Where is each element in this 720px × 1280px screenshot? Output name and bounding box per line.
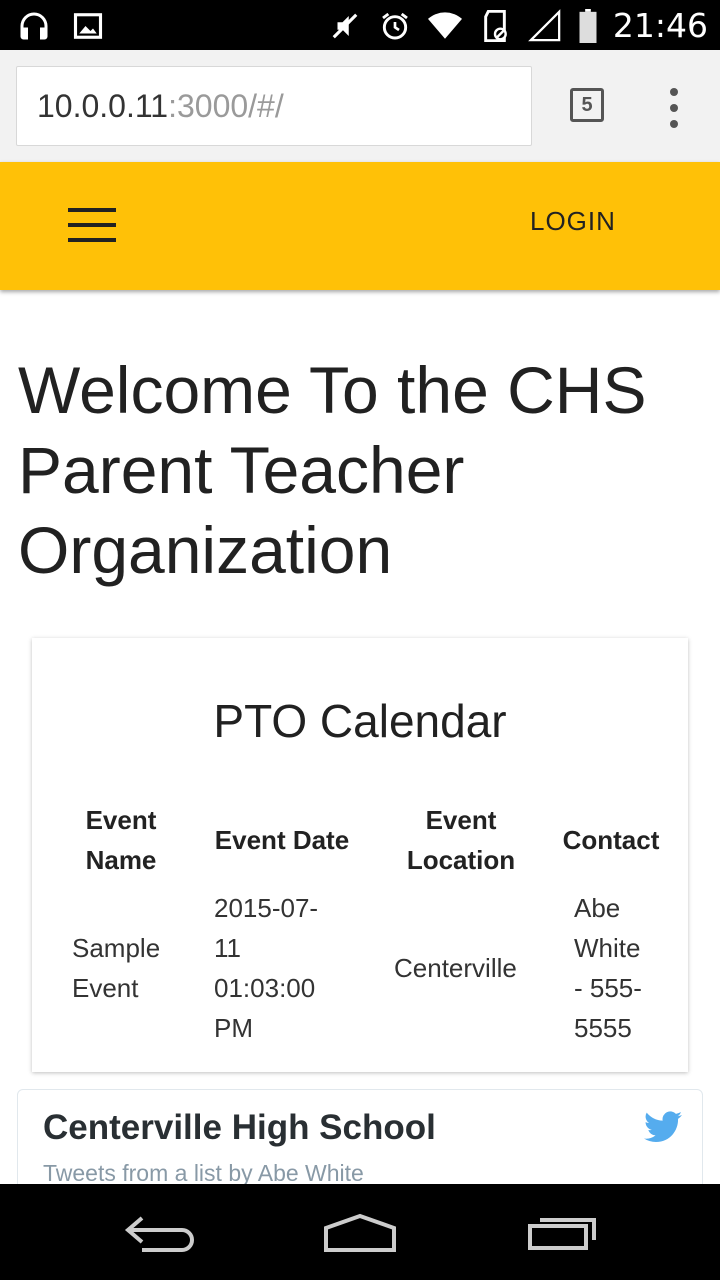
clock: 21:46: [612, 6, 708, 45]
signal-icon: [527, 8, 563, 44]
browser-toolbar: 10.0.0.11:3000/#/ 5: [0, 50, 720, 162]
hamburger-menu-icon[interactable]: [68, 208, 116, 242]
pto-calendar-card: PTO Calendar Event Name Event Date Event…: [32, 638, 688, 1072]
cell-contact: Abe White - 555-5555: [574, 893, 642, 1043]
url-host: 10.0.0.11: [37, 87, 169, 124]
url-path: :3000/#/: [168, 87, 284, 124]
battery-icon: [577, 8, 599, 44]
twitter-timeline-subtitle: Tweets from a list by Abe White: [43, 1160, 364, 1186]
alarm-icon: [377, 8, 413, 44]
status-bar: 21:46: [0, 0, 720, 50]
wifi-icon: [427, 8, 463, 44]
url-bar[interactable]: 10.0.0.11:3000/#/: [16, 66, 532, 146]
column-header-event-name: Event Name: [85, 805, 157, 875]
login-button[interactable]: LOGIN: [530, 206, 616, 237]
system-nav-bar: [0, 1184, 720, 1280]
calendar-title: PTO Calendar: [213, 695, 507, 747]
mute-icon: [327, 8, 363, 44]
sd-card-icon: [477, 8, 513, 44]
recent-apps-icon[interactable]: [522, 1208, 602, 1256]
image-icon: [70, 8, 106, 44]
twitter-timeline-card[interactable]: Centerville High School Tweets from a li…: [17, 1089, 703, 1199]
tab-count: 5: [581, 93, 593, 116]
app-bar: LOGIN: [0, 162, 720, 290]
column-header-event-location: Event Location: [406, 805, 516, 875]
home-icon[interactable]: [320, 1208, 400, 1256]
column-header-event-date: Event Date: [214, 825, 350, 855]
twitter-bird-icon[interactable]: [644, 1110, 682, 1144]
cell-event-name: Sample Event: [72, 933, 161, 1003]
back-icon[interactable]: [120, 1208, 200, 1256]
overflow-menu-icon[interactable]: [664, 88, 684, 128]
page-title: Welcome To the CHS Parent Teacher Organi…: [18, 353, 647, 587]
column-header-contact: Contact: [562, 825, 660, 855]
tab-switcher-button[interactable]: 5: [570, 88, 604, 122]
cell-event-location: Centerville: [394, 953, 517, 983]
headphones-icon: [16, 8, 52, 44]
twitter-timeline-title[interactable]: Centerville High School: [43, 1108, 436, 1148]
cell-event-date: 2015-07-11 01:03:00 PM: [214, 893, 319, 1043]
